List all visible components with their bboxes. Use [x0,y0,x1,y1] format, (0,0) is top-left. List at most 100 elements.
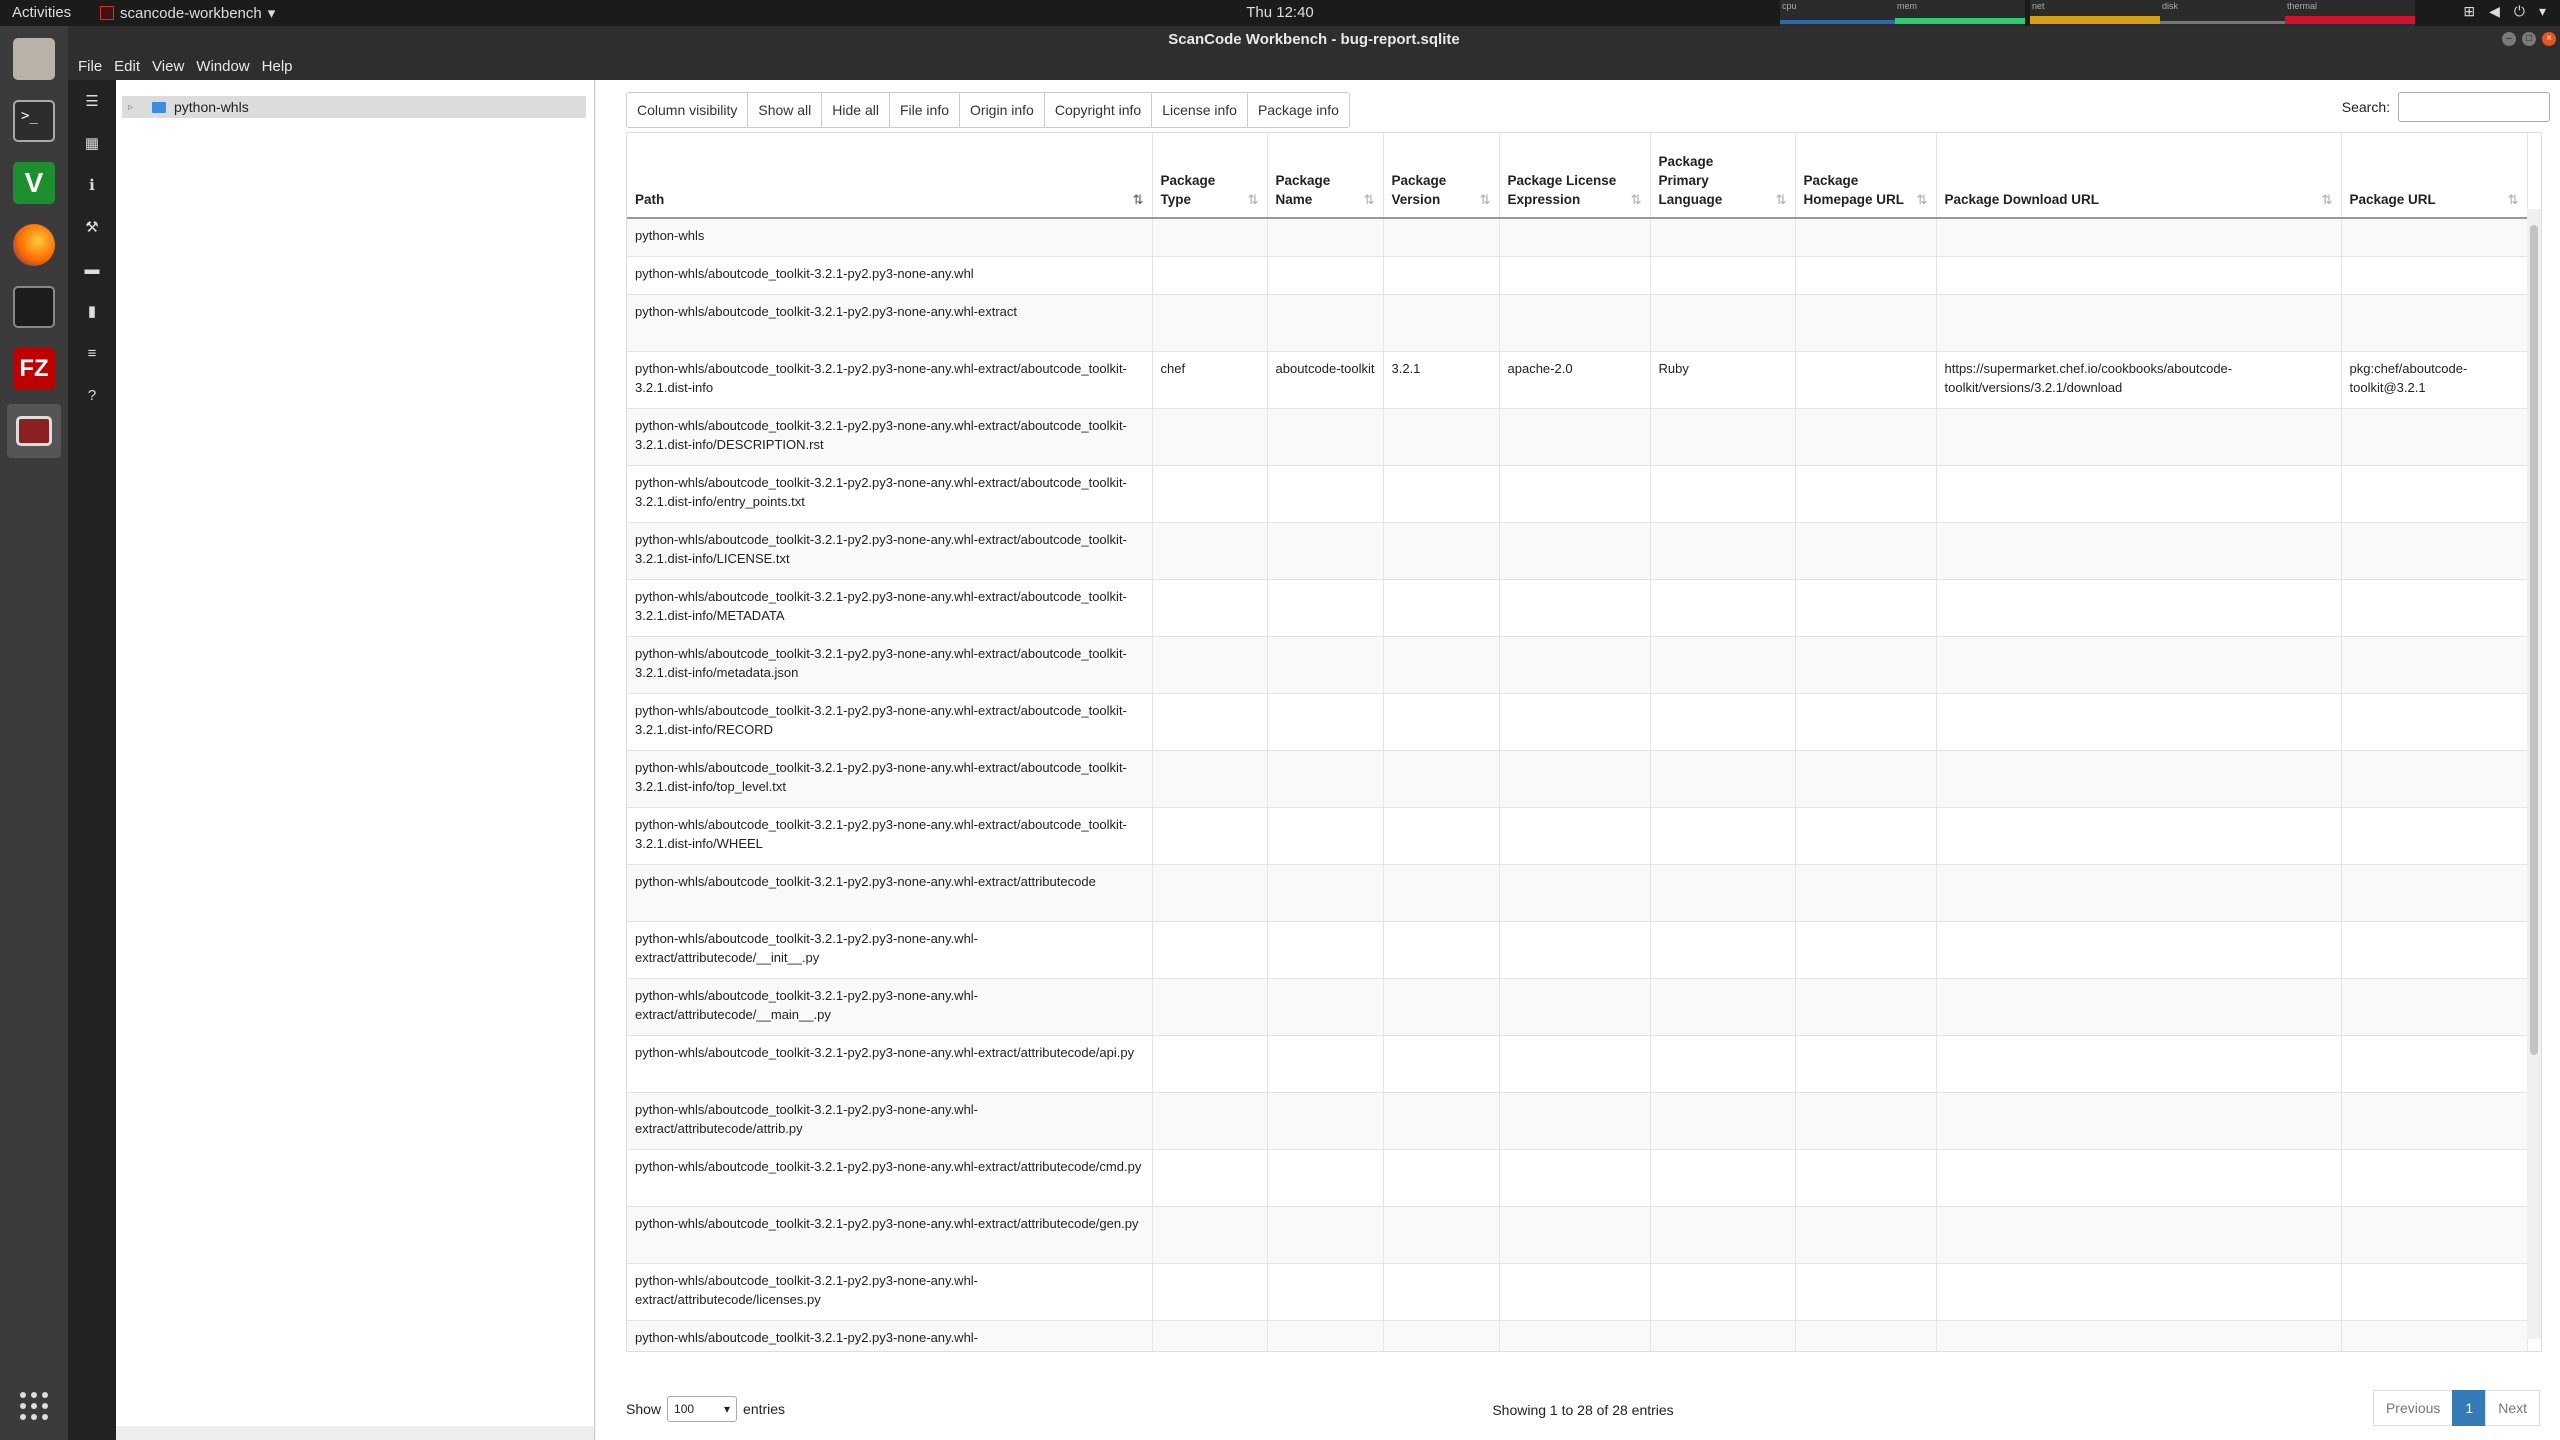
wrench-icon[interactable]: ⚒ [80,216,104,240]
table-row[interactable]: python-whls/aboutcode_toolkit-3.2.1-py2.… [627,864,2528,922]
horizontal-scrollbar[interactable] [116,1426,594,1440]
table-row[interactable]: python-whls/aboutcode_toolkit-3.2.1-py2.… [627,978,2528,1036]
grid-view-icon[interactable]: ▦ [80,132,104,156]
column-header[interactable]: Package Homepage URL ⇅ [1795,133,1937,219]
origin-info-button[interactable]: Origin info [959,92,1045,128]
table-cell [1650,636,1796,694]
table-row[interactable]: python-whls/aboutcode_toolkit-3.2.1-py2.… [627,636,2528,694]
column-header[interactable]: Package Download URL ⇅ [1936,133,2342,219]
vertical-scrollbar[interactable] [2527,209,2541,1339]
sort-icon[interactable]: ⇅ [2508,190,2519,209]
table-cell: python-whls/aboutcode_toolkit-3.2.1-py2.… [627,294,1153,352]
table-cell [1936,1263,2342,1321]
sort-icon[interactable]: ⇅ [1631,190,1642,209]
sort-icon[interactable]: ⇅ [1776,190,1787,209]
table-row[interactable]: python-whls/aboutcode_toolkit-3.2.1-py2.… [627,1320,2528,1351]
menu-window[interactable]: Window [190,56,255,77]
bar-chart-icon[interactable]: ▮ [80,300,104,324]
column-header[interactable]: Package Name ⇅ [1267,133,1384,219]
column-header[interactable]: Path ⇅ [627,133,1153,219]
menu-view[interactable]: View [146,56,190,77]
menu-file[interactable]: File [72,56,108,77]
tree-node-root[interactable]: ▹ python-whls [122,96,586,118]
table-row[interactable]: python-whls/aboutcode_toolkit-3.2.1-py2.… [627,1035,2528,1093]
table-cell [1795,807,1937,865]
table-row[interactable]: python-whls/aboutcode_toolkit-3.2.1-py2.… [627,522,2528,580]
scrollbar-thumb[interactable] [2530,225,2538,1055]
table-row[interactable]: python-whls/aboutcode_toolkit-3.2.1-py2.… [627,1092,2528,1150]
column-header[interactable]: Package Primary Language ⇅ [1650,133,1796,219]
power-icon[interactable]: ⏻ [2514,3,2525,20]
network-icon[interactable]: ⊞ [2463,3,2475,20]
previous-button[interactable]: Previous [2372,1390,2454,1426]
table-row[interactable]: python-whls/aboutcode_toolkit-3.2.1-py2.… [627,750,2528,808]
next-button[interactable]: Next [2485,1390,2540,1426]
table-cell [1267,294,1384,352]
menu-help[interactable]: Help [256,56,299,77]
table-row[interactable]: python-whls/aboutcode_toolkit-3.2.1-py2.… [627,579,2528,637]
minimize-icon[interactable]: – [2502,32,2516,46]
table-view-icon[interactable]: ☰ [80,90,104,114]
sort-icon[interactable]: ⇅ [1364,190,1375,209]
show-all-button[interactable]: Show all [747,92,823,128]
archive-icon[interactable]: ▬ [80,258,104,282]
menu-edit[interactable]: Edit [108,56,146,77]
table-row[interactable]: python-whls [627,218,2528,257]
table-cell [1383,693,1500,751]
dock-system-monitor[interactable] [7,280,61,334]
sort-icon[interactable]: ⇅ [1480,190,1491,209]
system-tray[interactable]: ⊞ ◀ ⏻ ▾ [2463,3,2546,20]
search-input[interactable] [2398,92,2550,122]
list-icon[interactable]: ≡ [80,342,104,366]
maximize-icon[interactable]: □ [2522,32,2536,46]
table-cell [1267,636,1384,694]
table-row[interactable]: python-whls/aboutcode_toolkit-3.2.1-py2.… [627,351,2528,409]
table-row[interactable]: python-whls/aboutcode_toolkit-3.2.1-py2.… [627,1263,2528,1321]
table-row[interactable]: python-whls/aboutcode_toolkit-3.2.1-py2.… [627,693,2528,751]
sort-icon[interactable]: ⇅ [1248,190,1259,209]
file-info-button[interactable]: File info [888,92,961,128]
column-header[interactable]: Package License Expression ⇅ [1499,133,1651,219]
table-row[interactable]: python-whls/aboutcode_toolkit-3.2.1-py2.… [627,256,2528,295]
column-header[interactable]: Package Type ⇅ [1152,133,1268,219]
column-header[interactable]: Package Version ⇅ [1383,133,1500,219]
dock-firefox[interactable] [7,218,61,272]
info-icon[interactable]: ℹ [80,174,104,198]
help-icon[interactable]: ? [80,384,104,408]
dock-vim[interactable]: V [7,156,61,210]
show-applications-icon[interactable] [20,1392,48,1420]
dock-scancode-workbench[interactable] [7,404,61,458]
page-1-button[interactable]: 1 [2452,1390,2487,1426]
chevron-down-icon[interactable]: ▾ [2539,3,2546,20]
sort-icon[interactable]: ⇅ [1917,190,1928,209]
copyright-info-button[interactable]: Copyright info [1043,92,1153,128]
table-row[interactable]: python-whls/aboutcode_toolkit-3.2.1-py2.… [627,408,2528,466]
table-cell [1650,294,1796,352]
clock[interactable]: Thu 12:40 [1246,4,1314,21]
sort-icon[interactable]: ⇅ [1133,190,1144,209]
table-cell [1936,465,2342,523]
close-icon[interactable]: × [2542,32,2556,46]
dock-terminal[interactable]: >_ [7,94,61,148]
table-row[interactable]: python-whls/aboutcode_toolkit-3.2.1-py2.… [627,807,2528,865]
license-info-button[interactable]: License info [1151,92,1248,128]
table-cell [1936,1206,2342,1264]
volume-icon[interactable]: ◀ [2489,3,2500,20]
table-row[interactable]: python-whls/aboutcode_toolkit-3.2.1-py2.… [627,465,2528,523]
package-info-button[interactable]: Package info [1246,92,1350,128]
mem-monitor: mem [1895,0,2025,26]
column-header[interactable]: Package URL ⇅ [2341,133,2528,219]
table-cell: python-whls/aboutcode_toolkit-3.2.1-py2.… [627,408,1153,466]
table-row[interactable]: python-whls/aboutcode_toolkit-3.2.1-py2.… [627,294,2528,352]
table-row[interactable]: python-whls/aboutcode_toolkit-3.2.1-py2.… [627,1206,2528,1264]
column-visibility-button[interactable]: Column visibility [626,92,749,128]
expand-arrow-icon[interactable]: ▹ [128,102,142,113]
sort-icon[interactable]: ⇅ [2322,190,2333,209]
table-row[interactable]: python-whls/aboutcode_toolkit-3.2.1-py2.… [627,921,2528,979]
table-row[interactable]: python-whls/aboutcode_toolkit-3.2.1-py2.… [627,1149,2528,1207]
hide-all-button[interactable]: Hide all [821,92,890,128]
dock-filezilla[interactable]: FZ [7,342,61,396]
app-menu[interactable]: scancode-workbench ▾ [100,4,275,22]
activities-button[interactable]: Activities [12,4,71,21]
dock-files[interactable] [7,32,61,86]
